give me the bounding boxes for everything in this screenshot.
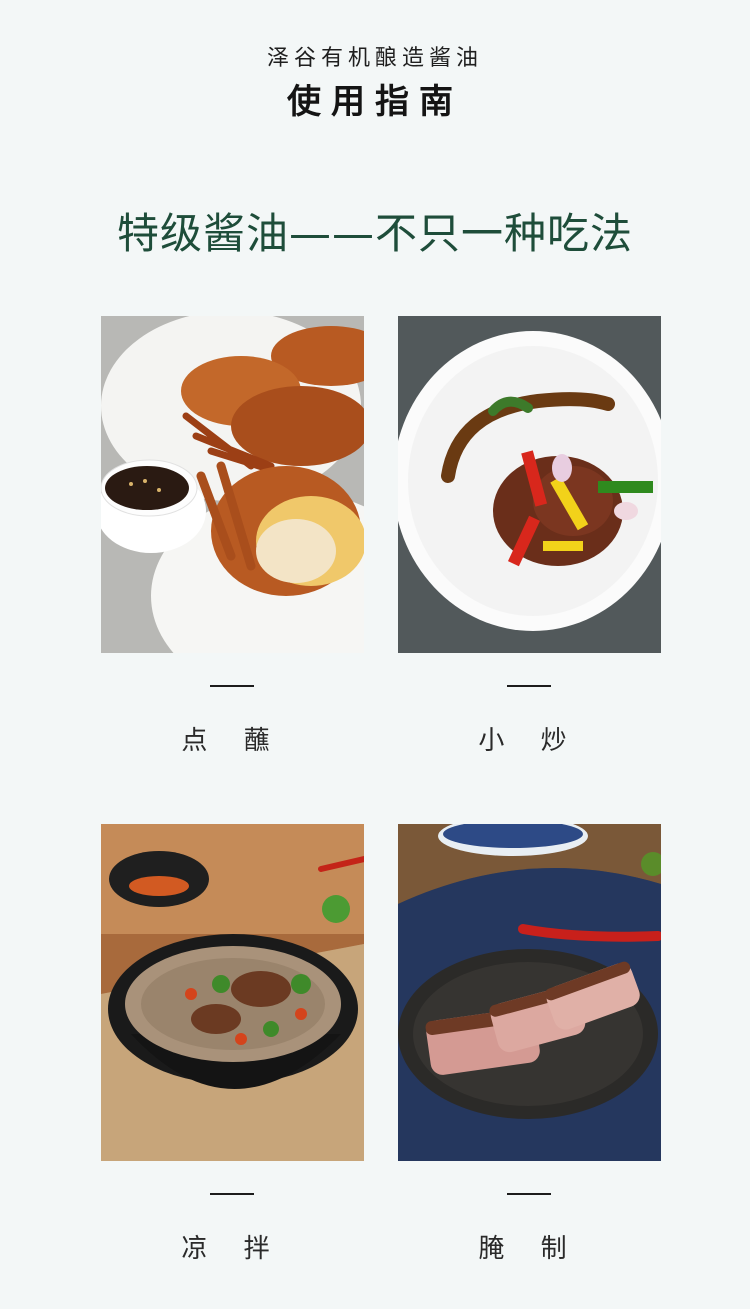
headline: 特级酱油——不只一种吃法 xyxy=(116,209,633,258)
guide-title: 使用指南 xyxy=(287,82,463,122)
stir-fry-divider xyxy=(507,685,551,687)
cold-dressing-divider xyxy=(210,1193,254,1195)
cold-dressing-label: 凉 拌 xyxy=(181,1234,284,1264)
cold-dressing-photo xyxy=(101,824,364,1161)
dipping-label: 点 蘸 xyxy=(181,726,284,756)
usage-guide-page: 泽谷有机酿造酱油 使用指南 特级酱油——不只一种吃法 点 蘸 小 炒 凉 拌 腌… xyxy=(0,0,750,1309)
dipping-photo xyxy=(101,316,364,653)
stir-fry-photo xyxy=(398,316,661,653)
stir-fry-label: 小 炒 xyxy=(478,726,581,756)
brand-title: 泽谷有机酿造酱油 xyxy=(266,46,483,71)
curing-label: 腌 制 xyxy=(478,1234,581,1264)
curing-divider xyxy=(507,1193,551,1195)
dipping-divider xyxy=(210,685,254,687)
curing-photo xyxy=(398,824,661,1161)
